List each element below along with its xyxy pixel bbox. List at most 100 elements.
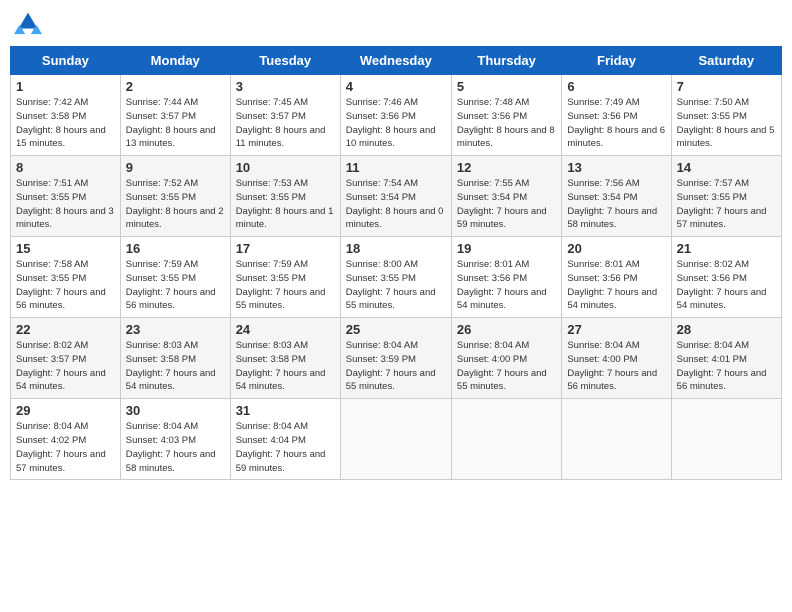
daylight: Daylight: 7 hours and 54 minutes. xyxy=(236,368,326,393)
calendar-day-cell: 24 Sunrise: 8:03 AM Sunset: 3:58 PM Dayl… xyxy=(230,318,340,399)
calendar-day-cell: 17 Sunrise: 7:59 AM Sunset: 3:55 PM Dayl… xyxy=(230,237,340,318)
day-info: Sunrise: 7:42 AM Sunset: 3:58 PM Dayligh… xyxy=(16,96,115,151)
sunrise: Sunrise: 7:52 AM xyxy=(126,178,198,189)
daylight: Daylight: 8 hours and 2 minutes. xyxy=(126,206,224,231)
sunrise: Sunrise: 8:01 AM xyxy=(457,259,529,270)
calendar-day-cell: 22 Sunrise: 8:02 AM Sunset: 3:57 PM Dayl… xyxy=(11,318,121,399)
day-number: 25 xyxy=(346,322,446,337)
daylight: Daylight: 7 hours and 55 minutes. xyxy=(346,287,436,312)
calendar-day-cell: 15 Sunrise: 7:58 AM Sunset: 3:55 PM Dayl… xyxy=(11,237,121,318)
sunrise: Sunrise: 7:59 AM xyxy=(126,259,198,270)
calendar-day-cell: 9 Sunrise: 7:52 AM Sunset: 3:55 PM Dayli… xyxy=(120,156,230,237)
calendar-day-cell: 4 Sunrise: 7:46 AM Sunset: 3:56 PM Dayli… xyxy=(340,75,451,156)
day-number: 3 xyxy=(236,79,335,94)
sunrise: Sunrise: 7:46 AM xyxy=(346,97,418,108)
daylight: Daylight: 7 hours and 55 minutes. xyxy=(457,368,547,393)
day-info: Sunrise: 8:02 AM Sunset: 3:56 PM Dayligh… xyxy=(677,258,776,313)
day-info: Sunrise: 7:52 AM Sunset: 3:55 PM Dayligh… xyxy=(126,177,225,232)
daylight: Daylight: 7 hours and 57 minutes. xyxy=(677,206,767,231)
day-info: Sunrise: 7:58 AM Sunset: 3:55 PM Dayligh… xyxy=(16,258,115,313)
calendar-day-cell: 26 Sunrise: 8:04 AM Sunset: 4:00 PM Dayl… xyxy=(451,318,561,399)
daylight: Daylight: 7 hours and 54 minutes. xyxy=(16,368,106,393)
weekday-header: Saturday xyxy=(671,47,781,75)
day-number: 31 xyxy=(236,403,335,418)
calendar-day-cell: 28 Sunrise: 8:04 AM Sunset: 4:01 PM Dayl… xyxy=(671,318,781,399)
sunrise: Sunrise: 8:04 AM xyxy=(126,421,198,432)
calendar-day-cell: 13 Sunrise: 7:56 AM Sunset: 3:54 PM Dayl… xyxy=(562,156,671,237)
sunset: Sunset: 4:00 PM xyxy=(567,354,637,365)
day-number: 15 xyxy=(16,241,115,256)
sunrise: Sunrise: 7:49 AM xyxy=(567,97,639,108)
sunrise: Sunrise: 7:44 AM xyxy=(126,97,198,108)
sunrise: Sunrise: 7:50 AM xyxy=(677,97,749,108)
sunset: Sunset: 4:00 PM xyxy=(457,354,527,365)
calendar-day-cell: 5 Sunrise: 7:48 AM Sunset: 3:56 PM Dayli… xyxy=(451,75,561,156)
day-number: 28 xyxy=(677,322,776,337)
day-number: 10 xyxy=(236,160,335,175)
sunset: Sunset: 3:59 PM xyxy=(346,354,416,365)
sunset: Sunset: 3:54 PM xyxy=(457,192,527,203)
day-info: Sunrise: 7:49 AM Sunset: 3:56 PM Dayligh… xyxy=(567,96,665,151)
daylight: Daylight: 7 hours and 54 minutes. xyxy=(677,287,767,312)
sunset: Sunset: 3:55 PM xyxy=(126,192,196,203)
daylight: Daylight: 7 hours and 56 minutes. xyxy=(567,368,657,393)
day-info: Sunrise: 7:57 AM Sunset: 3:55 PM Dayligh… xyxy=(677,177,776,232)
day-info: Sunrise: 7:48 AM Sunset: 3:56 PM Dayligh… xyxy=(457,96,556,151)
weekday-header-row: SundayMondayTuesdayWednesdayThursdayFrid… xyxy=(11,47,782,75)
sunrise: Sunrise: 7:55 AM xyxy=(457,178,529,189)
calendar-day-cell: 18 Sunrise: 8:00 AM Sunset: 3:55 PM Dayl… xyxy=(340,237,451,318)
sunset: Sunset: 3:54 PM xyxy=(346,192,416,203)
calendar-day-cell: 7 Sunrise: 7:50 AM Sunset: 3:55 PM Dayli… xyxy=(671,75,781,156)
calendar-day-cell: 19 Sunrise: 8:01 AM Sunset: 3:56 PM Dayl… xyxy=(451,237,561,318)
daylight: Daylight: 8 hours and 0 minutes. xyxy=(346,206,444,231)
page-header xyxy=(10,10,782,38)
daylight: Daylight: 8 hours and 6 minutes. xyxy=(567,125,665,150)
daylight: Daylight: 7 hours and 58 minutes. xyxy=(567,206,657,231)
calendar-day-cell xyxy=(340,399,451,480)
sunrise: Sunrise: 8:04 AM xyxy=(236,421,308,432)
day-number: 18 xyxy=(346,241,446,256)
sunset: Sunset: 3:56 PM xyxy=(567,273,637,284)
daylight: Daylight: 8 hours and 10 minutes. xyxy=(346,125,436,150)
day-number: 27 xyxy=(567,322,665,337)
weekday-header: Sunday xyxy=(11,47,121,75)
daylight: Daylight: 8 hours and 3 minutes. xyxy=(16,206,114,231)
day-number: 30 xyxy=(126,403,225,418)
calendar-week-row: 29 Sunrise: 8:04 AM Sunset: 4:02 PM Dayl… xyxy=(11,399,782,480)
sunset: Sunset: 3:57 PM xyxy=(236,111,306,122)
day-number: 20 xyxy=(567,241,665,256)
daylight: Daylight: 7 hours and 54 minutes. xyxy=(126,368,216,393)
day-number: 13 xyxy=(567,160,665,175)
daylight: Daylight: 7 hours and 59 minutes. xyxy=(457,206,547,231)
daylight: Daylight: 7 hours and 55 minutes. xyxy=(236,287,326,312)
sunset: Sunset: 3:57 PM xyxy=(126,111,196,122)
sunrise: Sunrise: 8:04 AM xyxy=(16,421,88,432)
calendar-day-cell xyxy=(451,399,561,480)
daylight: Daylight: 7 hours and 56 minutes. xyxy=(16,287,106,312)
day-number: 19 xyxy=(457,241,556,256)
logo-icon xyxy=(14,8,42,36)
sunrise: Sunrise: 8:02 AM xyxy=(677,259,749,270)
calendar-day-cell: 11 Sunrise: 7:54 AM Sunset: 3:54 PM Dayl… xyxy=(340,156,451,237)
day-info: Sunrise: 8:04 AM Sunset: 4:00 PM Dayligh… xyxy=(567,339,665,394)
calendar-day-cell: 10 Sunrise: 7:53 AM Sunset: 3:55 PM Dayl… xyxy=(230,156,340,237)
weekday-header: Monday xyxy=(120,47,230,75)
day-info: Sunrise: 7:45 AM Sunset: 3:57 PM Dayligh… xyxy=(236,96,335,151)
calendar-day-cell: 16 Sunrise: 7:59 AM Sunset: 3:55 PM Dayl… xyxy=(120,237,230,318)
weekday-header: Thursday xyxy=(451,47,561,75)
logo xyxy=(14,10,44,38)
calendar-day-cell: 14 Sunrise: 7:57 AM Sunset: 3:55 PM Dayl… xyxy=(671,156,781,237)
calendar-day-cell: 2 Sunrise: 7:44 AM Sunset: 3:57 PM Dayli… xyxy=(120,75,230,156)
calendar-week-row: 15 Sunrise: 7:58 AM Sunset: 3:55 PM Dayl… xyxy=(11,237,782,318)
day-number: 6 xyxy=(567,79,665,94)
calendar-day-cell: 8 Sunrise: 7:51 AM Sunset: 3:55 PM Dayli… xyxy=(11,156,121,237)
calendar-day-cell: 21 Sunrise: 8:02 AM Sunset: 3:56 PM Dayl… xyxy=(671,237,781,318)
calendar-day-cell: 29 Sunrise: 8:04 AM Sunset: 4:02 PM Dayl… xyxy=(11,399,121,480)
day-info: Sunrise: 7:59 AM Sunset: 3:55 PM Dayligh… xyxy=(236,258,335,313)
day-info: Sunrise: 7:56 AM Sunset: 3:54 PM Dayligh… xyxy=(567,177,665,232)
daylight: Daylight: 8 hours and 15 minutes. xyxy=(16,125,106,150)
calendar-day-cell: 27 Sunrise: 8:04 AM Sunset: 4:00 PM Dayl… xyxy=(562,318,671,399)
sunrise: Sunrise: 8:01 AM xyxy=(567,259,639,270)
day-info: Sunrise: 8:04 AM Sunset: 3:59 PM Dayligh… xyxy=(346,339,446,394)
sunset: Sunset: 3:56 PM xyxy=(677,273,747,284)
